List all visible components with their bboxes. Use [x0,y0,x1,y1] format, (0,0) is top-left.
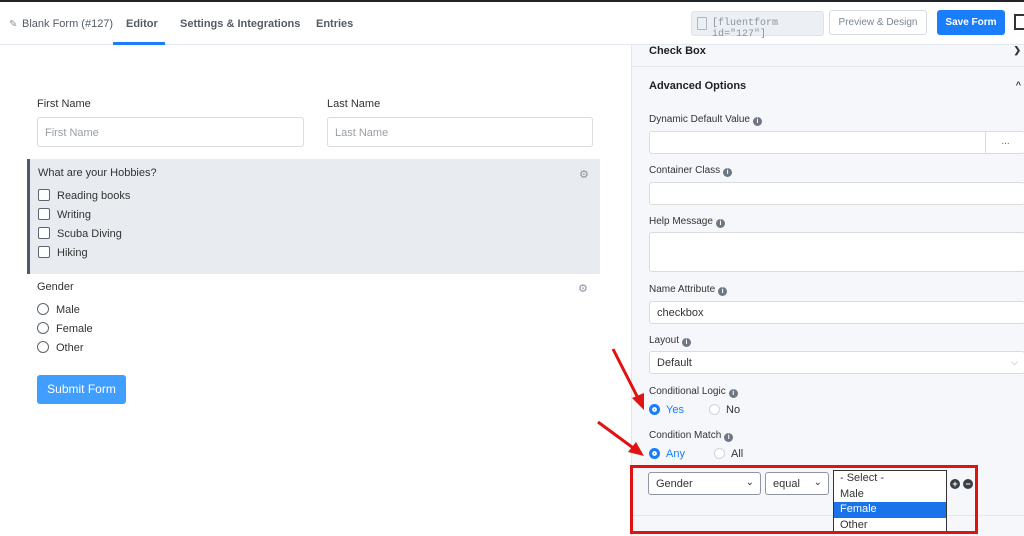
name-attribute-input[interactable]: checkbox [649,301,1024,324]
match-all-radio[interactable]: All [714,448,743,460]
settings-gear-icon[interactable]: ⚙ [579,168,589,181]
submit-form-button[interactable]: Submit Form [37,375,126,404]
checkbox-icon[interactable] [38,189,50,201]
settings-gear-icon[interactable]: ⚙ [578,282,588,295]
info-icon: i [723,168,733,177]
shortcode-text: [fluentform id="127"] [712,18,779,40]
annotation-highlight-box [630,465,978,534]
radio-option[interactable]: Male [37,303,80,316]
last-name-label: Last Name [327,98,381,110]
annotation-arrow [597,420,644,456]
checkbox-option[interactable]: Hiking [38,246,88,260]
chevron-down-icon: ⌵ [1011,357,1018,367]
radio-option[interactable]: Female [37,322,93,335]
layout-label: Layout i [649,335,692,347]
checkbox-icon[interactable] [38,227,50,239]
checkbox-option[interactable]: Scuba Diving [38,227,122,241]
radio-icon[interactable] [37,341,49,353]
preview-design-button[interactable]: Preview & Design [829,10,927,35]
info-icon: i [724,433,734,442]
field-settings-panel: Check Box ❯ Advanced Options ^ Dynamic D… [631,45,1024,536]
radio-selected-icon [649,448,660,459]
divider [632,66,1024,67]
tab-entries[interactable]: Entries [316,18,353,30]
checkbox-icon[interactable] [38,208,50,220]
info-icon: i [728,389,738,398]
tab-settings-integrations[interactable]: Settings & Integrations [180,18,300,30]
layout-select[interactable]: Default ⌵ [649,351,1024,374]
hobbies-question: What are your Hobbies? [38,167,157,179]
conditional-logic-label: Conditional Logic i [649,386,738,398]
save-form-button[interactable]: Save Form [937,10,1005,35]
shortcode-copy[interactable]: [fluentform id="127"] [691,11,824,40]
condition-match-label: Condition Match i [649,430,734,442]
fullscreen-icon[interactable] [1014,14,1024,30]
radio-icon [714,448,725,459]
checkbox-icon[interactable] [38,246,50,258]
first-name-label: First Name [37,98,91,110]
chevron-up-icon: ^ [1015,80,1021,90]
info-icon: i [718,287,728,296]
conditional-yes-radio[interactable]: Yes [649,404,684,416]
gender-label: Gender [37,281,74,293]
pencil-icon: ✎ [9,19,18,30]
radio-option[interactable]: Other [37,341,84,354]
container-class-input[interactable] [649,182,1024,205]
dynamic-default-input[interactable] [649,131,1024,154]
annotation-arrow [611,348,644,410]
radio-selected-icon [649,404,660,415]
help-message-label: Help Message i [649,216,725,228]
first-name-input[interactable]: First Name [37,117,304,147]
copy-icon [697,17,707,30]
top-bar: ✎ Blank Form (#127) Editor Settings & Int… [0,0,1024,45]
chevron-down-icon: ❯ [1013,45,1021,55]
radio-icon[interactable] [37,303,49,315]
radio-icon[interactable] [37,322,49,334]
name-attribute-label: Name Attribute i [649,284,728,296]
tab-editor[interactable]: Editor [126,18,158,30]
conditional-no-radio[interactable]: No [709,404,740,416]
help-message-textarea[interactable] [649,232,1024,272]
checkbox-option[interactable]: Reading books [38,189,130,203]
container-class-label: Container Class i [649,165,733,177]
more-options-button[interactable]: ... [985,131,1024,154]
info-icon: i [682,338,692,347]
advanced-options-header[interactable]: Advanced Options ^ [632,80,1024,92]
checkbox-option[interactable]: Writing [38,208,91,222]
radio-icon [709,404,720,415]
form-title[interactable]: ✎ Blank Form (#127) [9,18,113,30]
checkbox-section-header[interactable]: Check Box ❯ [632,45,1024,67]
info-icon: i [715,219,725,228]
form-editor-canvas: First Name First Name Last Name Last Nam… [0,45,631,536]
match-any-radio[interactable]: Any [649,448,685,460]
info-icon: i [752,117,762,126]
dynamic-default-label: Dynamic Default Value i [649,114,762,126]
hobbies-field-selected[interactable]: What are your Hobbies? ⚙ Reading books W… [27,159,600,274]
form-title-text: Blank Form (#127) [22,18,114,30]
last-name-input[interactable]: Last Name [327,117,593,147]
